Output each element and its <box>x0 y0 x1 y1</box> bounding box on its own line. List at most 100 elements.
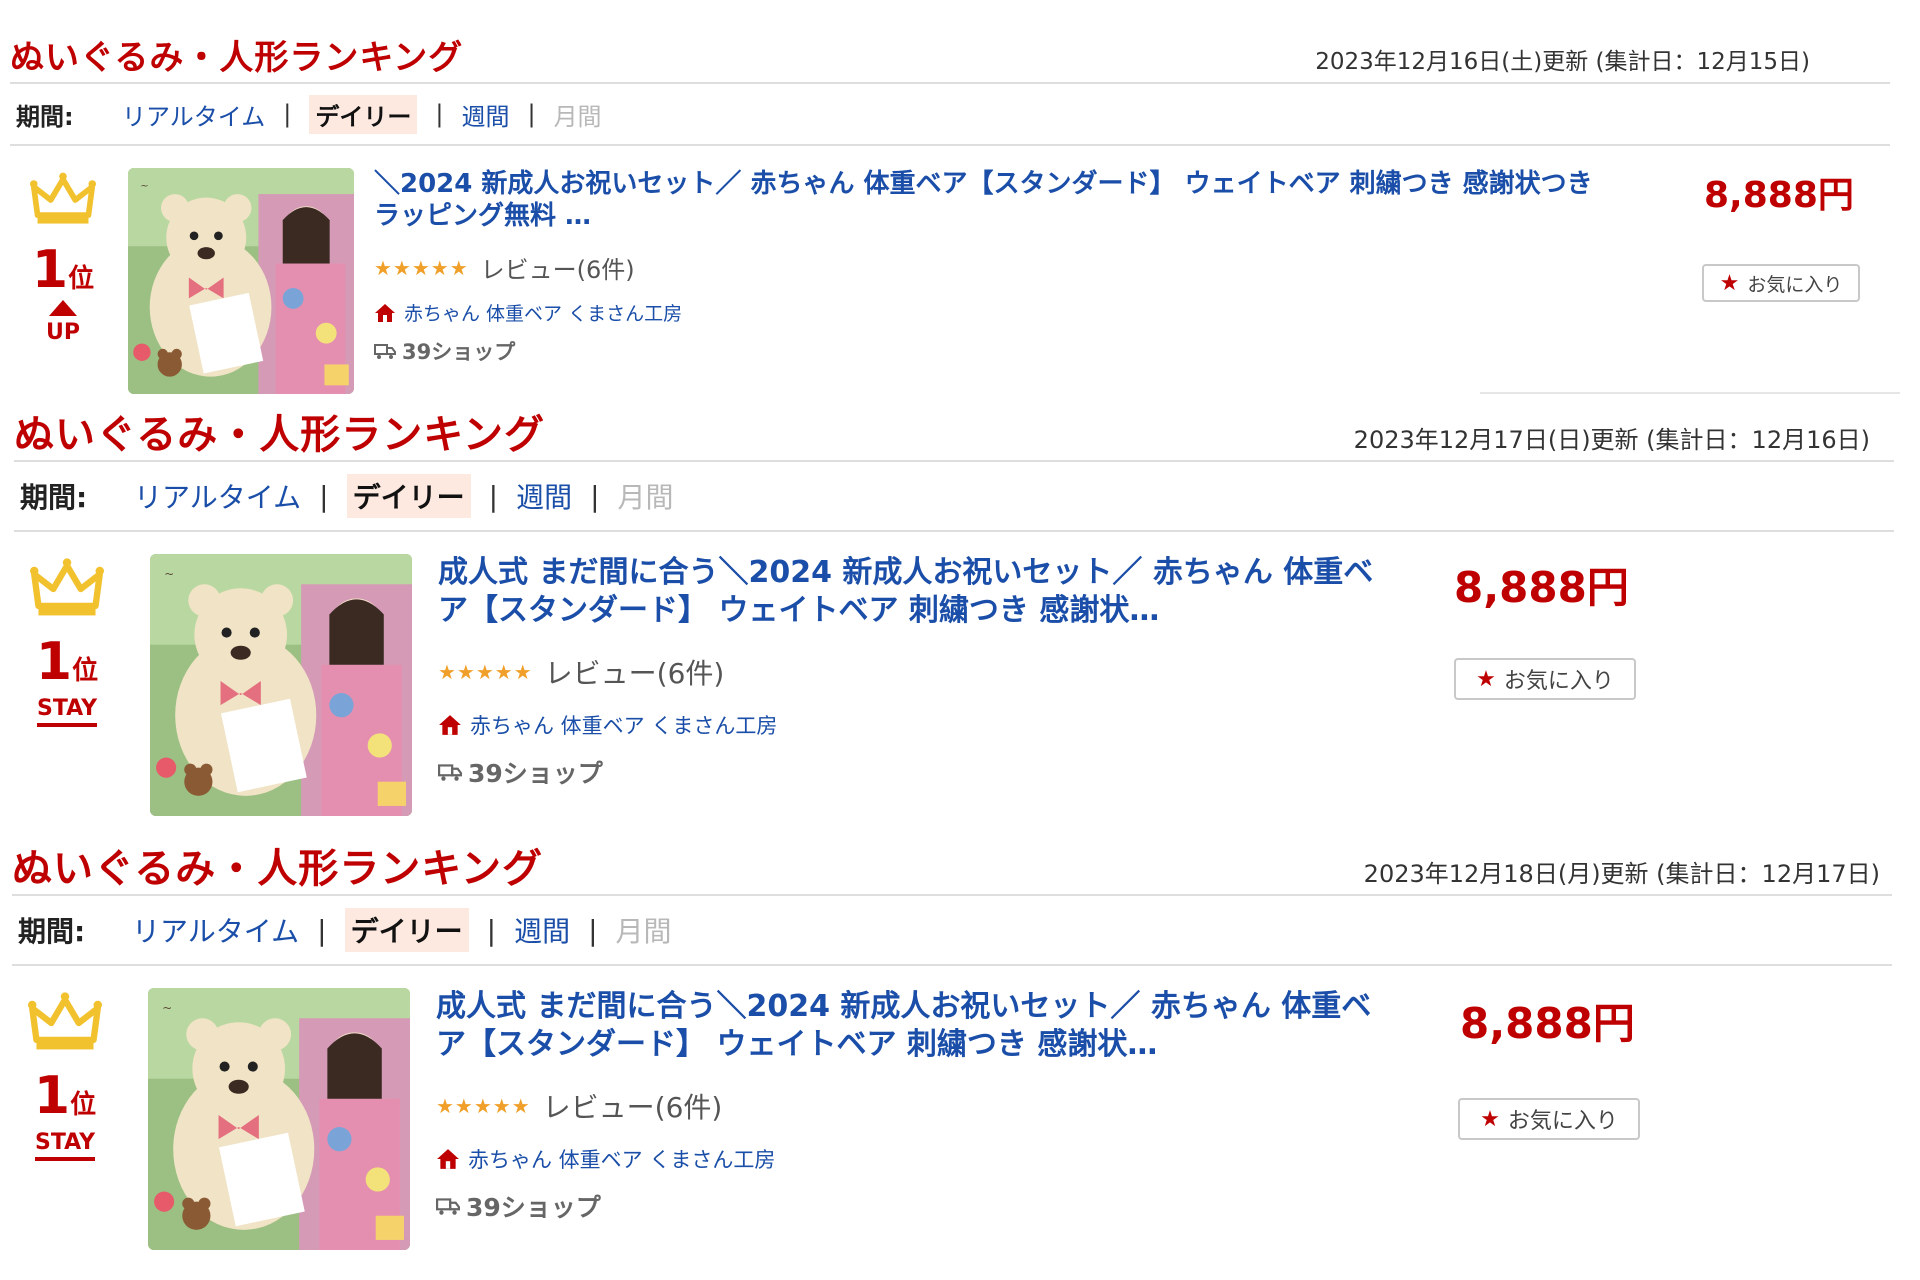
price: 8,888円 <box>1460 999 1635 1048</box>
period-label: 期間: <box>20 481 88 514</box>
shop-link[interactable]: 赤ちゃん 体重ベア くまさん工房 <box>404 299 682 326</box>
favorite-button[interactable]: ★ お気に入り <box>1458 1098 1640 1140</box>
ranking-title: ぬいぐるみ・人形ランキング <box>12 846 543 892</box>
tab-monthly: 月間 <box>615 915 672 948</box>
rank-movement: UP <box>46 320 80 345</box>
shipping-text: 39ショップ <box>466 1193 601 1222</box>
rank: 1位 <box>22 632 112 692</box>
favorite-button[interactable]: ★ お気に入り <box>1702 264 1860 302</box>
product-name-link[interactable]: 成人式 まだ間に合う＼2024 新成人お祝いセット／ 赤ちゃん 体重ベア【スタン… <box>436 988 1396 1064</box>
rank-column: 1位 STAY <box>22 556 112 727</box>
product-image[interactable] <box>128 168 354 394</box>
star-icon: ★ <box>1480 1106 1500 1132</box>
ranking-item: 1位 STAY 成人式 まだ間に合う＼2024 新成人お祝いセット／ 赤ちゃん … <box>12 966 1892 1250</box>
tab-separator: | <box>486 913 497 947</box>
shipping-text: 39ショップ <box>468 759 603 788</box>
divider <box>1480 392 1900 394</box>
shipping-row: 39ショップ <box>374 336 1614 366</box>
shop-link[interactable]: 赤ちゃん 体重ベア くまさん工房 <box>470 710 777 740</box>
rating-stars: ★★★★★ <box>436 1094 531 1118</box>
tab-separator: | <box>488 479 499 513</box>
rank-unit: 位 <box>70 1090 97 1120</box>
shipping-text: 39ショップ <box>402 340 516 364</box>
crown-icon <box>30 170 96 230</box>
tab-weekly[interactable]: 週間 <box>514 910 570 950</box>
ranking-item: 1位 UP ＼2024 新成人お祝いセット／ 赤ちゃん 体重ベア【スタンダード】… <box>10 146 1890 406</box>
rank-number: 1 <box>33 1066 71 1126</box>
rank-movement-wrap: STAY <box>22 696 112 727</box>
rank: 1位 <box>18 240 108 300</box>
ranking-section-1: ぬいぐるみ・人形ランキング 2023年12月16日(土)更新 (集計日：12月1… <box>10 30 1890 406</box>
product-image[interactable] <box>150 554 412 816</box>
favorite-label: お気に入り <box>1503 669 1614 694</box>
product-name-link[interactable]: ＼2024 新成人お祝いセット／ 赤ちゃん 体重ベア【スタンダード】 ウェイトベ… <box>374 168 1614 232</box>
ranking-title: ぬいぐるみ・人形ランキング <box>10 38 464 78</box>
truck-icon <box>436 1198 460 1215</box>
rank-movement: STAY <box>35 1130 95 1161</box>
shipping-row: 39ショップ <box>438 754 1398 790</box>
tab-realtime[interactable]: リアルタイム <box>134 476 301 516</box>
favorite-label: お気に入り <box>1747 273 1843 296</box>
period-tabs: 期間: リアルタイム | デイリー | 週間 | 月間 <box>14 462 1894 532</box>
truck-icon <box>438 764 462 781</box>
tab-separator: | <box>590 479 600 513</box>
rank-number: 1 <box>31 240 69 300</box>
bear-photo <box>148 988 410 1250</box>
favorite-label: お気に入り <box>1507 1109 1618 1134</box>
tab-daily[interactable]: デイリー <box>309 94 418 134</box>
period-tabs: 期間: リアルタイム | デイリー | 週間 | 月間 <box>10 84 1890 146</box>
tab-realtime[interactable]: リアルタイム <box>132 910 299 950</box>
price: 8,888円 <box>1704 175 1854 216</box>
ranking-header: ぬいぐるみ・人形ランキング 2023年12月17日(日)更新 (集計日：12月1… <box>14 408 1894 462</box>
ranking-header: ぬいぐるみ・人形ランキング 2023年12月18日(月)更新 (集計日：12月1… <box>12 842 1892 896</box>
price: 8,888円 <box>1454 563 1629 612</box>
tab-separator: | <box>527 100 536 128</box>
shop-link[interactable]: 赤ちゃん 体重ベア くまさん工房 <box>468 1144 775 1174</box>
tab-monthly: 月間 <box>617 481 674 514</box>
bear-photo <box>150 554 412 816</box>
updated-date: 2023年12月16日(土)更新 (集計日：12月15日) <box>1315 49 1810 75</box>
crown-icon <box>30 556 104 622</box>
rank-movement-wrap: STAY <box>20 1130 110 1161</box>
tab-separator: | <box>319 479 329 513</box>
product-info: 成人式 まだ間に合う＼2024 新成人お祝いセット／ 赤ちゃん 体重ベア【スタン… <box>438 554 1398 790</box>
review-row: ★★★★★ レビュー(6件) <box>374 250 1614 285</box>
truck-icon <box>374 344 396 359</box>
star-icon: ★ <box>1476 666 1496 692</box>
rank-movement: STAY <box>37 696 97 727</box>
house-icon <box>375 303 395 322</box>
product-image[interactable] <box>148 988 410 1250</box>
review-row: ★★★★★ レビュー(6件) <box>438 652 1398 692</box>
tab-weekly[interactable]: 週間 <box>516 476 572 516</box>
review-link[interactable]: レビュー(6件) <box>481 250 635 285</box>
product-name-link[interactable]: 成人式 まだ間に合う＼2024 新成人お祝いセット／ 赤ちゃん 体重ベア【スタン… <box>438 554 1398 630</box>
tab-monthly: 月間 <box>553 102 602 131</box>
ranking-item: 1位 STAY 成人式 まだ間に合う＼2024 新成人お祝いセット／ 赤ちゃん … <box>14 532 1894 816</box>
tab-daily[interactable]: デイリー <box>344 908 469 952</box>
shop-row: 赤ちゃん 体重ベア くまさん工房 <box>436 1144 1396 1174</box>
bear-photo <box>128 168 354 394</box>
shop-row: 赤ちゃん 体重ベア くまさん工房 <box>438 710 1398 740</box>
crown-icon <box>28 990 102 1056</box>
tab-separator: | <box>283 100 292 128</box>
tab-separator: | <box>588 913 598 947</box>
shop-row: 赤ちゃん 体重ベア くまさん工房 <box>374 299 1614 326</box>
star-icon: ★ <box>1719 270 1740 296</box>
review-row: ★★★★★ レビュー(6件) <box>436 1086 1396 1126</box>
shipping-row: 39ショップ <box>436 1188 1396 1224</box>
period-label: 期間: <box>18 915 86 948</box>
rating-stars: ★★★★★ <box>438 660 533 684</box>
period-tabs: 期間: リアルタイム | デイリー | 週間 | 月間 <box>12 896 1892 966</box>
favorite-button[interactable]: ★ お気に入り <box>1454 658 1636 700</box>
review-link[interactable]: レビュー(6件) <box>545 652 725 692</box>
ranking-title: ぬいぐるみ・人形ランキング <box>14 412 545 458</box>
review-link[interactable]: レビュー(6件) <box>543 1086 723 1126</box>
house-icon <box>437 1149 459 1169</box>
tab-daily[interactable]: デイリー <box>346 474 471 518</box>
rank-unit: 位 <box>72 656 99 686</box>
tab-realtime[interactable]: リアルタイム <box>122 97 265 132</box>
up-arrow-icon <box>49 300 77 316</box>
rank: 1位 <box>20 1066 110 1126</box>
tab-weekly[interactable]: 週間 <box>461 97 509 132</box>
updated-date: 2023年12月18日(月)更新 (集計日：12月17日) <box>1363 860 1880 888</box>
